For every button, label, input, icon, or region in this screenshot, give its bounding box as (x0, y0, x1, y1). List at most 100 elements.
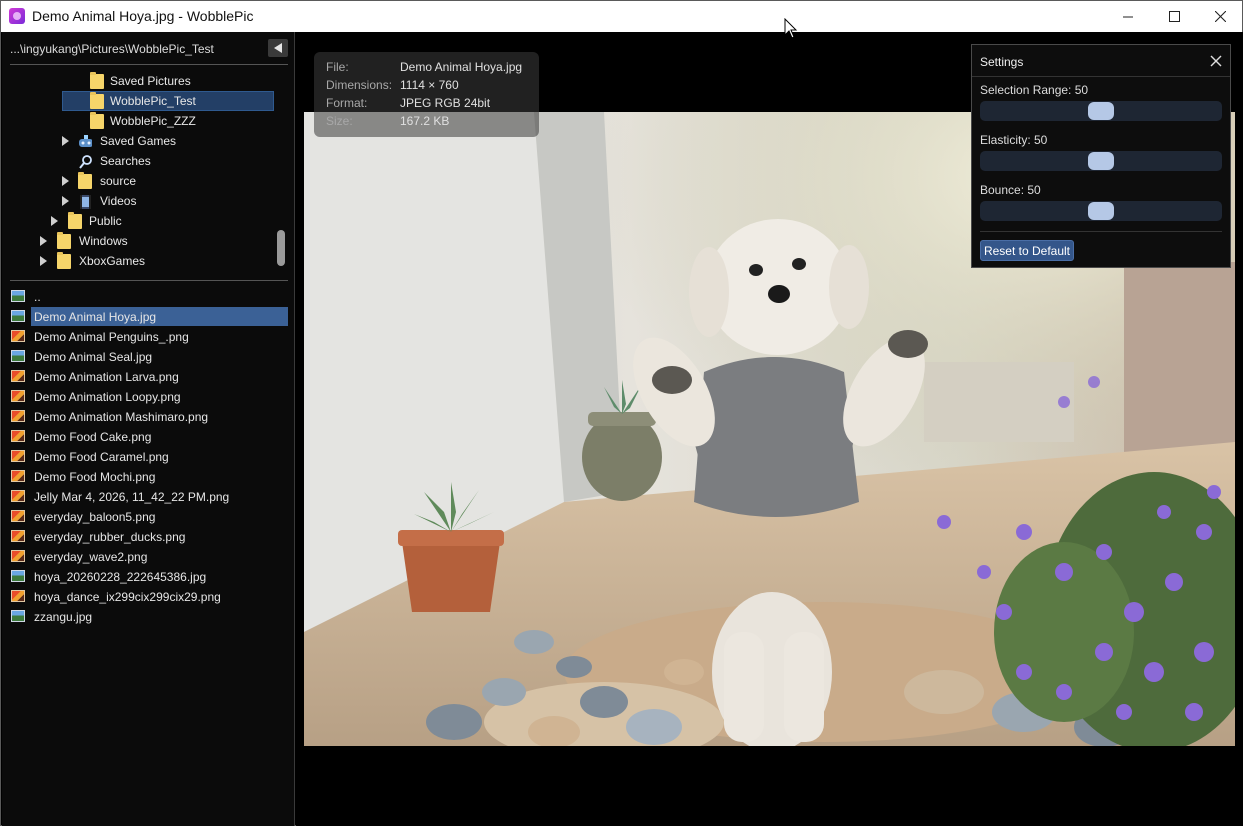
file-item-label: Demo Animal Seal.jpg (34, 350, 153, 364)
tree-item-label: WobblePic_Test (110, 94, 196, 108)
minimize-icon (1123, 16, 1133, 17)
slider-thumb[interactable] (1088, 202, 1114, 220)
wobblepic-app-icon (9, 8, 25, 24)
maximize-button[interactable] (1151, 1, 1197, 32)
expand-arrow-icon[interactable] (51, 216, 58, 226)
tree-item-windows[interactable]: Windows (2, 231, 274, 251)
tree-item-label: Videos (100, 194, 137, 208)
png-file-icon (11, 450, 25, 462)
settings-close-icon[interactable] (1209, 54, 1223, 68)
window-title: Demo Animal Hoya.jpg - WobblePic (32, 8, 254, 24)
tree-item-videos[interactable]: Videos (2, 191, 274, 211)
minimize-button[interactable] (1105, 1, 1151, 32)
tree-item-label: Searches (100, 154, 151, 168)
reset-to-default-button[interactable]: Reset to Default (980, 240, 1074, 261)
info-dimensions-row: Dimensions: 1114 × 760 (326, 78, 459, 92)
file-item-label: Demo Food Cake.png (34, 430, 152, 444)
folder-icon (78, 172, 92, 189)
file-item-label: hoya_20260228_222645386.jpg (34, 570, 207, 584)
tree-item-label: Windows (79, 234, 128, 248)
file-item-label: Demo Animal Hoya.jpg (34, 310, 157, 324)
folder-icon (57, 252, 71, 269)
file-item-parent[interactable]: .. (2, 286, 295, 306)
file-item[interactable]: everyday_wave2.png (2, 546, 295, 566)
tree-item-label: XboxGames (79, 254, 146, 268)
file-item[interactable]: Demo Animal Seal.jpg (2, 346, 295, 366)
expand-arrow-icon[interactable] (40, 256, 47, 266)
current-path: ...\ingyukang\Pictures\WobblePic_Test (10, 42, 214, 56)
file-item-label: Demo Animal Penguins_.png (34, 330, 189, 344)
info-value: 1114 × 760 (400, 78, 459, 92)
collapse-panel-button[interactable] (268, 39, 288, 57)
elasticity-label: Elasticity: 50 (980, 133, 1048, 147)
file-item[interactable]: Jelly Mar 4, 2026, 11_42_22 PM.png (2, 486, 295, 506)
bounce-slider[interactable] (980, 201, 1222, 221)
slider-thumb[interactable] (1088, 152, 1114, 170)
file-item-label: Demo Animation Mashimaro.png (34, 410, 209, 424)
expand-arrow-icon[interactable] (62, 196, 69, 206)
png-file-icon (11, 510, 25, 522)
expand-arrow-icon[interactable] (40, 236, 47, 246)
png-file-icon (11, 330, 25, 342)
tree-item-wobblepic-test[interactable]: WobblePic_Test (2, 91, 274, 111)
tree-item-xboxgames[interactable]: XboxGames (2, 251, 274, 271)
file-item-label: Demo Animation Loopy.png (34, 390, 181, 404)
png-file-icon (11, 410, 25, 422)
close-button[interactable] (1197, 1, 1243, 32)
image-file-icon (11, 350, 25, 362)
file-item-label: Demo Animation Larva.png (34, 370, 179, 384)
info-label: Size: (326, 114, 353, 128)
file-item[interactable]: everyday_baloon5.png (2, 506, 295, 526)
tree-item-wobblepic-zzz[interactable]: WobblePic_ZZZ (2, 111, 274, 131)
file-item[interactable]: everyday_rubber_ducks.png (2, 526, 295, 546)
file-item[interactable]: Demo Animation Larva.png (2, 366, 295, 386)
tree-item-source[interactable]: source (2, 171, 274, 191)
tree-item-label: Public (89, 214, 122, 228)
file-item[interactable]: Demo Food Cake.png (2, 426, 295, 446)
info-value: 167.2 KB (400, 114, 450, 128)
file-item-label: Jelly Mar 4, 2026, 11_42_22 PM.png (34, 490, 230, 504)
png-file-icon (11, 370, 25, 382)
file-item[interactable]: hoya_20260228_222645386.jpg (2, 566, 295, 586)
slider-thumb[interactable] (1088, 102, 1114, 120)
folder-tree[interactable]: Saved Pictures WobblePic_Test WobblePic_… (2, 69, 282, 274)
info-size-row: Size: 167.2 KB (326, 114, 449, 128)
file-item[interactable]: Demo Animation Mashimaro.png (2, 406, 295, 426)
mouse-cursor-icon (784, 18, 798, 39)
file-item-label: hoya_dance_ix299cix299cix29.png (34, 590, 221, 604)
file-item[interactable]: Demo Animation Loopy.png (2, 386, 295, 406)
tree-item-label: Saved Games (100, 134, 177, 148)
tree-item-public[interactable]: Public (2, 211, 274, 231)
divider (980, 231, 1222, 232)
info-label: Format: (326, 96, 368, 110)
browser-panel: ...\ingyukang\Pictures\WobblePic_Test Sa… (2, 32, 295, 826)
png-file-icon (11, 490, 25, 502)
expand-arrow-icon[interactable] (62, 136, 69, 146)
png-file-icon (11, 530, 25, 542)
tree-item-saved-pictures[interactable]: Saved Pictures (2, 71, 274, 91)
png-file-icon (11, 390, 25, 402)
bounce-label: Bounce: 50 (980, 183, 1041, 197)
file-item[interactable]: Demo Food Mochi.png (2, 466, 295, 486)
file-list[interactable]: .. Demo Animal Hoya.jpg Demo Animal Peng… (2, 286, 295, 646)
search-icon (79, 155, 92, 169)
title-bar[interactable]: Demo Animal Hoya.jpg - WobblePic (1, 1, 1242, 32)
tree-item-saved-games[interactable]: Saved Games (2, 131, 274, 151)
file-item[interactable]: hoya_dance_ix299cix299cix29.png (2, 586, 295, 606)
file-item-selected[interactable]: Demo Animal Hoya.jpg (2, 306, 295, 326)
selection-range-slider[interactable] (980, 101, 1222, 121)
file-item[interactable]: Demo Food Caramel.png (2, 446, 295, 466)
file-item-label: everyday_wave2.png (34, 550, 148, 564)
expand-arrow-icon[interactable] (62, 176, 69, 186)
file-item[interactable]: Demo Animal Penguins_.png (2, 326, 295, 346)
folder-icon (68, 212, 82, 229)
folder-icon (90, 72, 104, 89)
tree-scrollbar-thumb[interactable] (277, 230, 285, 266)
png-file-icon (11, 550, 25, 562)
image-file-icon (11, 610, 25, 622)
file-item[interactable]: zzangu.jpg (2, 606, 295, 626)
file-item-label: zzangu.jpg (34, 610, 93, 624)
tree-item-searches[interactable]: Searches (2, 151, 274, 171)
settings-title: Settings (980, 55, 1024, 69)
elasticity-slider[interactable] (980, 151, 1222, 171)
